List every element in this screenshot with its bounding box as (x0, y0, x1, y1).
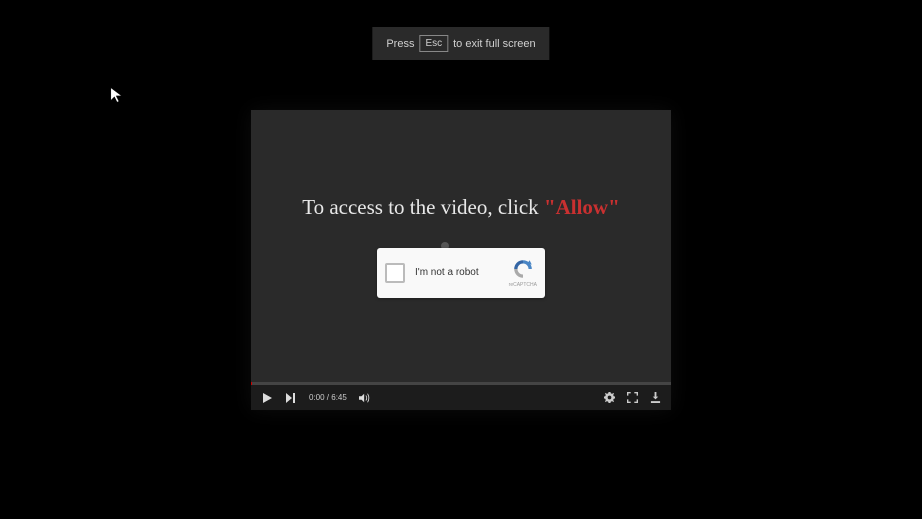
recaptcha-brand: reCAPTCHA (509, 282, 537, 288)
video-overlay: To access to the video, click "Allow" I'… (251, 110, 671, 382)
gear-icon (604, 392, 615, 403)
play-button[interactable] (261, 392, 273, 404)
time-display: 0:00 / 6:45 (309, 393, 347, 402)
fullscreen-icon (627, 392, 638, 403)
download-button[interactable] (650, 392, 661, 403)
next-icon (285, 392, 297, 404)
volume-button[interactable] (359, 392, 371, 404)
current-time: 0:00 (309, 393, 325, 402)
video-player: To access to the video, click "Allow" I'… (251, 110, 671, 410)
recaptcha-widget[interactable]: I'm not a robot reCAPTCHA (377, 248, 545, 298)
volume-icon (359, 392, 371, 404)
settings-button[interactable] (604, 392, 615, 403)
esc-prefix: Press (386, 38, 414, 50)
recaptcha-logo: reCAPTCHA (509, 258, 537, 288)
download-icon (650, 392, 661, 403)
message-prefix: To access to the video, click (302, 195, 544, 219)
fullscreen-button[interactable] (627, 392, 638, 403)
progress-bar[interactable] (251, 382, 671, 385)
video-controls: 0:00 / 6:45 (251, 385, 671, 410)
recaptcha-label: I'm not a robot (415, 267, 509, 278)
access-message: To access to the video, click "Allow" (302, 195, 620, 220)
next-button[interactable] (285, 392, 297, 404)
message-highlight: "Allow" (544, 195, 620, 219)
esc-key-badge: Esc (419, 35, 448, 52)
play-icon (261, 392, 273, 404)
duration: 6:45 (331, 393, 347, 402)
mouse-cursor-icon (109, 84, 127, 110)
fullscreen-exit-notice: Press Esc to exit full screen (372, 27, 549, 60)
recaptcha-icon (512, 258, 534, 280)
progress-played (251, 382, 252, 385)
esc-suffix: to exit full screen (453, 38, 536, 50)
recaptcha-checkbox[interactable] (385, 263, 405, 283)
